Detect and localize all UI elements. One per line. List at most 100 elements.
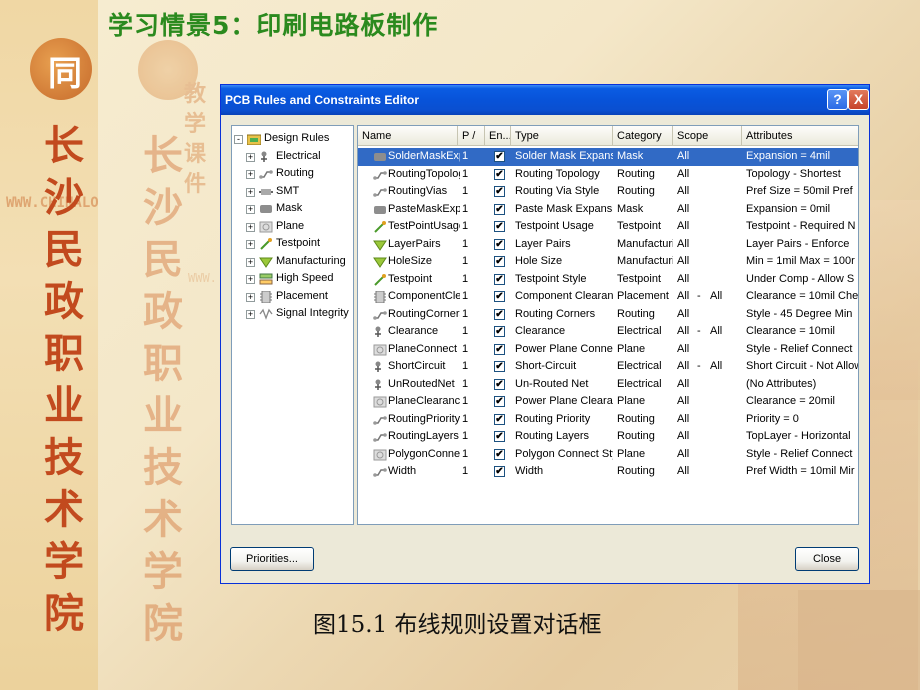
rule-priority: 1 [462,290,469,302]
mask-icon [259,203,273,215]
column-header[interactable]: Attributes [742,126,858,146]
enabled-checkbox[interactable]: ✔ [494,343,505,355]
rule-attributes: Clearance = 10mil [746,325,835,337]
enabled-checkbox[interactable]: ✔ [494,238,505,250]
rule-name: PlaneConnect [388,342,458,355]
rule-row[interactable]: ShortCircuit 1 ✔ Short-Circuit Electrical All… [358,358,858,376]
dialog-titlebar[interactable]: PCB Rules and Constraints Editor ? X [221,85,869,115]
enabled-checkbox[interactable]: ✔ [494,168,505,180]
column-header[interactable]: P / [458,126,485,146]
rules-tree[interactable]: - Design Rules + Electrical + Routing + SMT + Mas… [231,125,354,525]
enabled-checkbox[interactable]: ✔ [494,308,505,320]
rule-row[interactable]: LayerPairs 1 ✔ Layer Pairs Manufacturing All L… [358,236,858,254]
tree-item-label: Routing [276,167,314,179]
rule-type: Width [515,465,544,477]
rule-attributes: Testpoint - Required N [746,220,856,232]
expander-icon[interactable]: - [234,135,243,144]
enabled-checkbox[interactable]: ✔ [494,431,505,442]
close-window-button[interactable]: X [848,89,869,110]
rule-row[interactable]: PolygonConnect1 ✔ Polygon Connect Style Pla… [358,446,858,464]
rule-row[interactable]: PlaneConnect 1 ✔ Power Plane Connect S Plane… [358,341,858,359]
enabled-checkbox[interactable]: ✔ [494,151,505,162]
enabled-checkbox[interactable]: ✔ [494,396,505,407]
rule-scope: All [677,342,690,355]
enabled-checkbox[interactable]: ✔ [494,273,505,285]
rule-type: Routing Priority [515,412,591,425]
expander-icon[interactable]: + [246,187,255,197]
rule-name: PasteMaskExpar [388,202,460,215]
enabled-checkbox[interactable]: ✔ [494,186,505,197]
expander-icon[interactable]: + [246,240,255,249]
rule-row[interactable]: PlaneClearance1 ✔ Power Plane Clearance Pla… [358,393,858,411]
enabled-checkbox[interactable]: ✔ [494,413,505,425]
routing-icon [373,186,387,197]
rule-type: Paste Mask Expansion [515,202,613,215]
rule-scope: All [677,150,690,162]
rule-priority: 1 [462,167,469,180]
rule-scope: All [677,307,690,320]
enabled-checkbox[interactable]: ✔ [494,326,505,337]
column-header[interactable]: Name [358,126,458,146]
expander-icon[interactable]: + [246,152,255,162]
rule-row[interactable]: RoutingLayers 1 ✔ Routing Layers Routing All T… [358,428,858,446]
rule-row[interactable]: RoutingTopology1 ✔ Routing Topology Routing… [358,166,858,184]
enabled-checkbox[interactable]: ✔ [494,378,505,390]
expander-icon[interactable]: + [246,275,255,284]
enabled-checkbox[interactable]: ✔ [494,221,505,232]
rule-row[interactable]: TestPointUsage 1 ✔ Testpoint Usage Testpoint… [358,218,858,236]
list-header: Name P / En... Type Category Scope Attributes [358,126,858,146]
expander-icon[interactable]: + [246,292,255,302]
help-button[interactable]: ? [827,89,848,110]
rule-priority: 1 [462,202,469,215]
column-header[interactable]: Type [511,126,613,146]
watermark-url: WWW.CHINALOVEWEB.COM [188,271,215,285]
rule-type: Layer Pairs [515,237,571,250]
routing-icon [373,414,387,425]
expander-icon[interactable]: + [246,222,255,232]
scope-separator: - [697,325,701,337]
rule-priority: 1 [462,465,469,477]
electrical-icon [373,326,386,337]
close-button[interactable]: Close [795,547,859,571]
column-header[interactable]: Category [613,126,673,146]
enabled-checkbox[interactable]: ✔ [494,466,505,477]
rule-row[interactable]: UnRoutedNet 1 ✔ Un-Routed Net Electrical All (… [358,376,858,394]
rule-name: RoutingTopology [388,167,460,180]
rule-name: LayerPairs [388,237,441,250]
rule-category: Routing [617,412,655,425]
rule-row[interactable]: Clearance 1 ✔ Clearance Electrical All - All Cle… [358,323,858,341]
watermark-side-text: 教学课件 [183,82,206,197]
enabled-checkbox[interactable]: ✔ [494,291,505,302]
enabled-checkbox[interactable]: ✔ [494,203,505,215]
rule-row[interactable]: Width 1 ✔ Width Routing All Pref Width = 10mil… [358,463,858,481]
rule-scope: All [677,377,690,390]
rule-name: RoutingCorners [388,307,460,320]
tree-item-label: High Speed [276,272,334,284]
rule-row[interactable]: ComponentClear1 ✔ Component Clearance Place… [358,288,858,306]
rule-scope: All [677,447,690,460]
expander-icon[interactable]: + [246,170,255,179]
enabled-checkbox[interactable]: ✔ [494,256,505,267]
rule-name: SolderMaskExpa [388,150,460,162]
dialog-title: PCB Rules and Constraints Editor [225,93,420,107]
rules-list[interactable]: Name P / En... Type Category Scope Attributes … [357,125,859,525]
enabled-checkbox[interactable]: ✔ [494,448,505,460]
expander-icon[interactable]: + [246,205,255,214]
rule-row[interactable]: PasteMaskExpar1 ✔ Paste Mask Expansion Mask… [358,201,858,219]
rule-row[interactable]: HoleSize 1 ✔ Hole Size Manufacturing All Min =… [358,253,858,271]
priorities-button[interactable]: Priorities... [230,547,314,571]
column-header[interactable]: En... [485,126,511,146]
enabled-checkbox[interactable]: ✔ [494,361,505,372]
rule-row[interactable]: SolderMaskExpa1 ✔ Solder Mask Expansion Mas… [358,148,858,166]
pcb-rules-dialog: PCB Rules and Constraints Editor ? X - De… [220,84,870,584]
rule-attributes: Style - Relief Connect [746,342,853,355]
rule-row[interactable]: Testpoint 1 ✔ Testpoint Style Testpoint All Un… [358,271,858,289]
rule-row[interactable]: RoutingPriority 1 ✔ Routing Priority Routing… [358,411,858,429]
column-header[interactable]: Scope [673,126,742,146]
expander-icon[interactable]: + [246,310,255,319]
rule-scope: All [677,272,690,285]
rule-row[interactable]: RoutingCorners 1 ✔ Routing Corners Routing Al… [358,306,858,324]
rule-row[interactable]: RoutingVias 1 ✔ Routing Via Style Routing All… [358,183,858,201]
routing-icon [373,466,387,477]
expander-icon[interactable]: + [246,257,255,267]
